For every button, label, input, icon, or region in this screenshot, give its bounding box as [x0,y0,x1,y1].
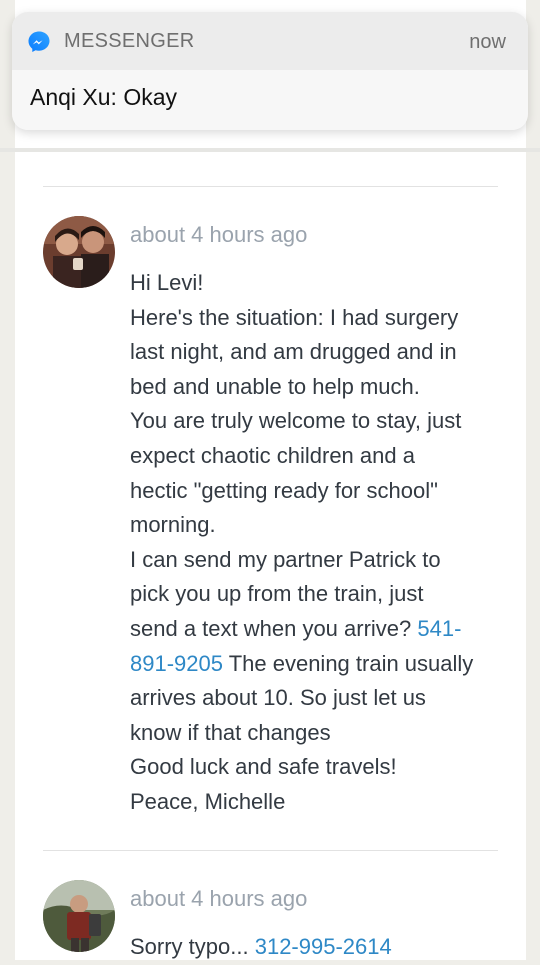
sender-avatar[interactable] [43,880,115,952]
message-line: know if that changes [130,719,331,745]
message-line: arrives about 10. So just let us [130,685,426,711]
message-body: Hi Levi! Here's the situation: I had sur… [130,266,490,820]
message-line: I can send my partner Patrick to [130,546,441,572]
message-line: 891-9205 The evening train usually [130,647,490,682]
message-line: Here's the situation: I had surgery [130,304,459,330]
phone-link[interactable]: 312-995-2614 [255,934,392,959]
message-body: Sorry typo... 312-995-2614 [130,930,490,965]
message-line: Good luck and safe travels! [130,754,397,780]
message-line: hectic "getting ready for school" [130,477,438,503]
message-line: send a text when you arrive? 541- [130,612,490,647]
notification-message: Anqi Xu: Okay [30,84,178,110]
message-line: You are truly welcome to stay, just [130,408,462,434]
message-line: bed and unable to help much. [130,373,420,399]
message-text: The evening train usually [228,650,474,676]
notification-app-name: MESSENGER [64,30,195,52]
messenger-icon [27,30,51,54]
message-text: Sorry typo... [130,934,249,959]
message-line: Hi Levi! [130,270,204,295]
header-edge [0,148,540,152]
message-timestamp: about 4 hours ago [130,886,308,911]
message-line: morning. [130,512,216,538]
message-divider [43,850,498,851]
notification-time: now [469,31,506,53]
phone-link[interactable]: 541- [417,616,461,641]
message-timestamp: about 4 hours ago [130,222,308,247]
message-line: expect chaotic children and a [130,442,415,468]
phone-link[interactable]: 891-9205 [130,651,223,676]
message-divider [43,186,498,187]
message-line: Sorry typo... 312-995-2614 [130,930,490,965]
message-line: pick you up from the train, just [130,581,424,607]
message-text: send a text when you arrive? [130,615,412,641]
message-line: last night, and am drugged and in [130,339,457,365]
notification-banner[interactable]: MESSENGER now Anqi Xu: Okay [12,12,528,130]
message-line: Peace, Michelle [130,788,286,814]
sender-avatar[interactable] [43,216,115,288]
